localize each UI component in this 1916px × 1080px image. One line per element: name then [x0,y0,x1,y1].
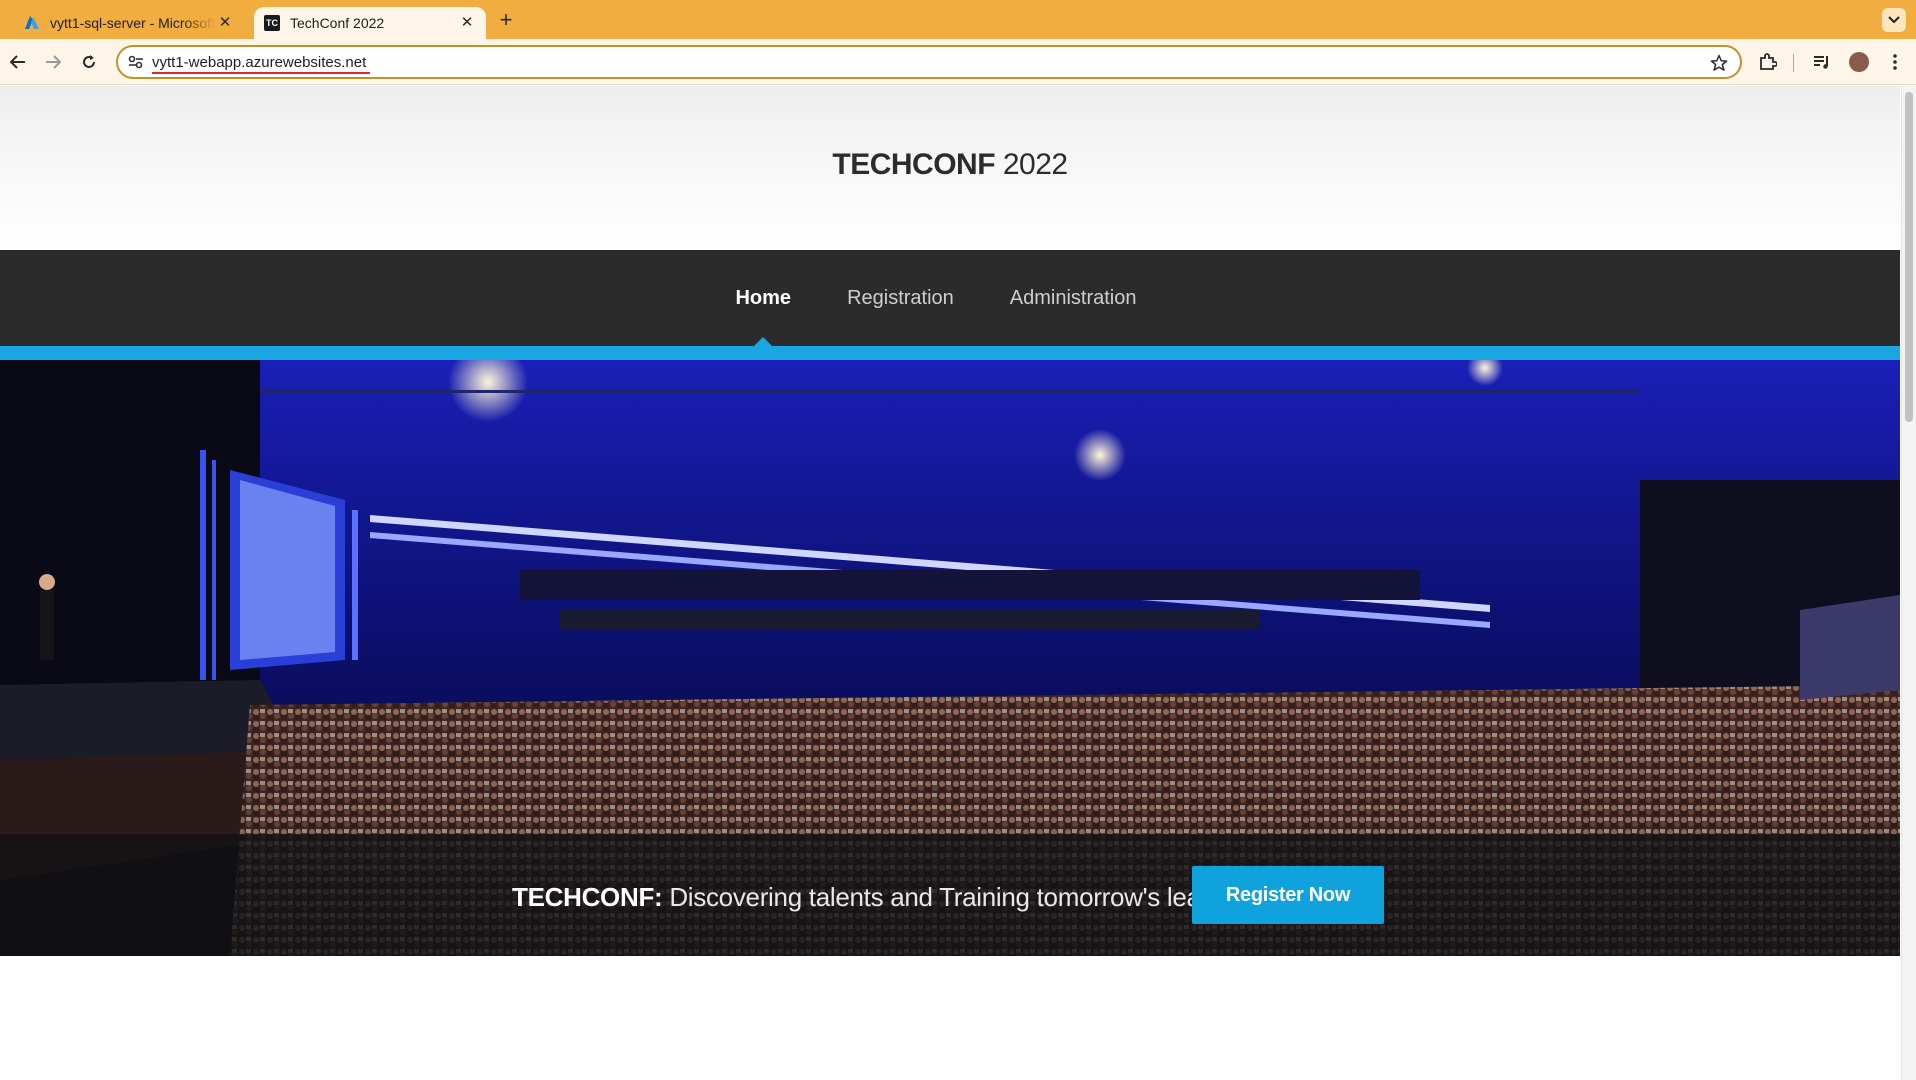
nav-home-label: Home [735,287,792,309]
scrollbar-thumb[interactable] [1905,92,1913,422]
url-annotation-underline [152,72,370,74]
hero-tagline-band: TECHCONF: Discovering talents and Traini… [0,834,1900,956]
hero-tagline: TECHCONF: Discovering talents and Traini… [512,882,1250,913]
forward-arrow-icon[interactable] [41,50,65,74]
nav-registration[interactable]: Registration [847,250,954,346]
url-text: vytt1-webapp.azurewebsites.net [152,54,367,71]
tab-strip: vytt1-sql-server - Microsoft Azure ✕ TC … [0,0,1916,39]
tab-azure[interactable]: vytt1-sql-server - Microsoft Azure ✕ [14,7,244,39]
tagline-brand: TECHCONF: [512,882,663,912]
site-logo[interactable]: TECHCONF 2022 [0,148,1900,182]
new-tab-plus-icon[interactable]: + [494,9,518,33]
nav-registration-label: Registration [847,287,954,309]
azure-logo-icon [24,15,40,31]
brand-year: 2022 [1002,148,1068,181]
tagline-text: Discovering talents and Training tomorro… [662,882,1251,912]
brand-bold: TECHCONF [832,148,996,181]
nav-administration-label: Administration [1009,287,1137,309]
register-now-button[interactable]: Register Now [1192,866,1384,924]
nav-accent-bar [0,346,1900,360]
tab-search-chevron-icon[interactable] [1882,8,1906,32]
close-tab-icon[interactable]: ✕ [216,14,234,32]
toolbar-separator [1793,54,1794,72]
address-bar[interactable]: vytt1-webapp.azurewebsites.net [116,45,1742,79]
close-tab-icon[interactable]: ✕ [458,14,476,32]
more-menu-icon[interactable] [1883,50,1907,74]
tab-title: vytt1-sql-server - Microsoft Azure [50,15,216,31]
browser-toolbar: vytt1-webapp.azurewebsites.net [0,39,1916,85]
active-nav-caret [754,337,773,346]
back-arrow-icon[interactable] [6,50,30,74]
site-settings-icon[interactable] [126,53,146,71]
hero-banner: TECHCONF: Discovering talents and Traini… [0,360,1900,956]
nav-administration[interactable]: Administration [1010,250,1137,346]
extensions-puzzle-icon[interactable] [1756,50,1780,74]
main-navigation: Home Registration Administration [0,250,1900,346]
reload-icon[interactable] [77,50,101,74]
tab-techconf[interactable]: TC TechConf 2022 ✕ [254,7,486,39]
media-queue-icon[interactable] [1810,50,1834,74]
page-scrollbar[interactable] [1901,86,1916,1080]
site-header: TECHCONF 2022 [0,86,1900,250]
nav-home[interactable]: Home [735,250,791,346]
page-viewport: TECHCONF 2022 Home Registration Administ… [0,86,1900,1080]
bookmark-star-icon[interactable] [1708,52,1730,74]
profile-avatar-icon[interactable] [1847,50,1871,74]
techconf-favicon-icon: TC [264,15,280,31]
tab-title: TechConf 2022 [290,15,385,31]
